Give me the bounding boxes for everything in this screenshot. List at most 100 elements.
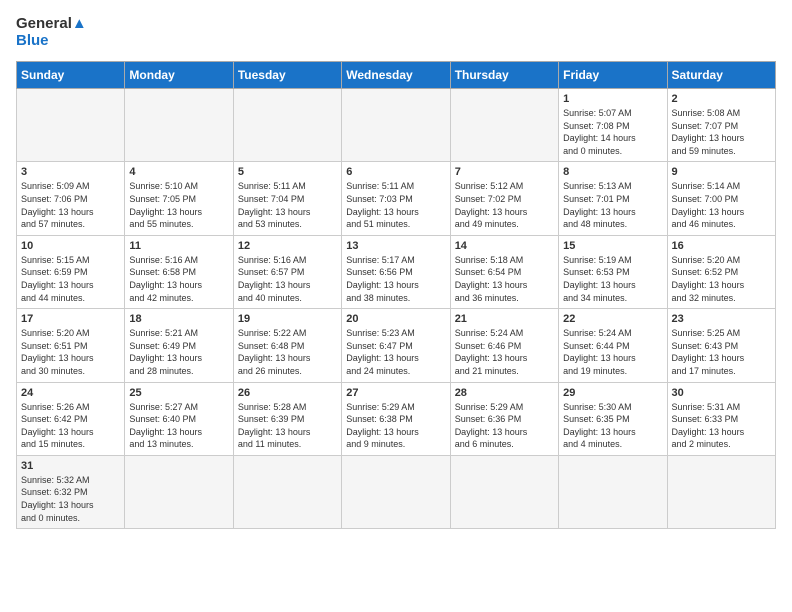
calendar-cell: 20Sunrise: 5:23 AM Sunset: 6:47 PM Dayli… [342, 309, 450, 382]
calendar-cell [125, 455, 233, 528]
calendar-week-row: 17 Sunrise: 5:20 AM Sunset: 6:51 PM Dayli… [17, 309, 776, 382]
day-header: Tuesday [233, 62, 341, 89]
day-number: 4 [129, 166, 228, 178]
day-info: Sunrise: 5:29 AM Sunset: 6:36 PM Dayligh… [455, 401, 554, 451]
day-number: 26 [238, 387, 337, 399]
calendar-cell: 7Sunrise: 5:12 AM Sunset: 7:02 PM Daylig… [450, 162, 558, 235]
day-header: Wednesday [342, 62, 450, 89]
day-number: 27 [346, 387, 445, 399]
day-info: Sunrise: 5:27 AM Sunset: 6:40 PM Dayligh… [129, 401, 228, 451]
day-number: 8 [563, 166, 662, 178]
day-info: Sunrise: 5:24 AM Sunset: 6:44 PM Dayligh… [563, 327, 662, 377]
calendar-cell: 14 Sunrise: 5:18 AM Sunset: 6:54 PM Dayli… [450, 235, 558, 308]
calendar-header-row: SundayMondayTuesdayWednesdayThursdayFrid… [17, 62, 776, 89]
day-info: Sunrise: 5:08 AM Sunset: 7:07 PM Dayligh… [672, 107, 771, 157]
day-header: Monday [125, 62, 233, 89]
calendar-cell: 12Sunrise: 5:16 AM Sunset: 6:57 PM Dayli… [233, 235, 341, 308]
day-info: Sunrise: 5:17 AM Sunset: 6:56 PM Dayligh… [346, 254, 445, 304]
calendar-cell: 29Sunrise: 5:30 AM Sunset: 6:35 PM Dayli… [559, 382, 667, 455]
day-number: 3 [21, 166, 120, 178]
day-info: Sunrise: 5:18 AM Sunset: 6:54 PM Dayligh… [455, 254, 554, 304]
day-number: 11 [129, 240, 228, 252]
calendar-cell: 15 Sunrise: 5:19 AM Sunset: 6:53 PM Dayli… [559, 235, 667, 308]
calendar-cell [559, 455, 667, 528]
day-info: Sunrise: 5:07 AM Sunset: 7:08 PM Dayligh… [563, 107, 662, 157]
calendar-week-row: 10Sunrise: 5:15 AM Sunset: 6:59 PM Dayli… [17, 235, 776, 308]
day-number: 2 [672, 93, 771, 105]
calendar-cell: 13 Sunrise: 5:17 AM Sunset: 6:56 PM Dayli… [342, 235, 450, 308]
day-info: Sunrise: 5:11 AM Sunset: 7:03 PM Dayligh… [346, 180, 445, 230]
day-number: 19 [238, 313, 337, 325]
logo: General▲Blue [16, 16, 87, 49]
day-number: 21 [455, 313, 554, 325]
day-number: 6 [346, 166, 445, 178]
calendar-cell [342, 455, 450, 528]
calendar-cell [233, 89, 341, 162]
day-number: 5 [238, 166, 337, 178]
day-number: 10 [21, 240, 120, 252]
day-info: Sunrise: 5:25 AM Sunset: 6:43 PM Dayligh… [672, 327, 771, 377]
calendar-cell: 30 Sunrise: 5:31 AM Sunset: 6:33 PM Dayli… [667, 382, 775, 455]
calendar-cell: 17 Sunrise: 5:20 AM Sunset: 6:51 PM Dayli… [17, 309, 125, 382]
day-number: 23 [672, 313, 771, 325]
day-info: Sunrise: 5:10 AM Sunset: 7:05 PM Dayligh… [129, 180, 228, 230]
day-number: 14 [455, 240, 554, 252]
day-number: 18 [129, 313, 228, 325]
day-info: Sunrise: 5:29 AM Sunset: 6:38 PM Dayligh… [346, 401, 445, 451]
calendar-week-row: 24Sunrise: 5:26 AM Sunset: 6:42 PM Dayli… [17, 382, 776, 455]
day-info: Sunrise: 5:21 AM Sunset: 6:49 PM Dayligh… [129, 327, 228, 377]
day-info: Sunrise: 5:19 AM Sunset: 6:53 PM Dayligh… [563, 254, 662, 304]
calendar-cell: 18 Sunrise: 5:21 AM Sunset: 6:49 PM Dayli… [125, 309, 233, 382]
calendar-cell: 1 Sunrise: 5:07 AM Sunset: 7:08 PM Daylig… [559, 89, 667, 162]
day-info: Sunrise: 5:20 AM Sunset: 6:52 PM Dayligh… [672, 254, 771, 304]
calendar-week-row: 31 Sunrise: 5:32 AM Sunset: 6:32 PM Dayli… [17, 455, 776, 528]
day-info: Sunrise: 5:16 AM Sunset: 6:58 PM Dayligh… [129, 254, 228, 304]
day-header: Thursday [450, 62, 558, 89]
day-info: Sunrise: 5:31 AM Sunset: 6:33 PM Dayligh… [672, 401, 771, 451]
day-info: Sunrise: 5:09 AM Sunset: 7:06 PM Dayligh… [21, 180, 120, 230]
calendar-cell [125, 89, 233, 162]
calendar-cell: 28Sunrise: 5:29 AM Sunset: 6:36 PM Dayli… [450, 382, 558, 455]
day-header: Saturday [667, 62, 775, 89]
calendar-cell: 2 Sunrise: 5:08 AM Sunset: 7:07 PM Daylig… [667, 89, 775, 162]
day-info: Sunrise: 5:16 AM Sunset: 6:57 PM Dayligh… [238, 254, 337, 304]
calendar-cell: 26 Sunrise: 5:28 AM Sunset: 6:39 PM Dayli… [233, 382, 341, 455]
calendar-cell: 21Sunrise: 5:24 AM Sunset: 6:46 PM Dayli… [450, 309, 558, 382]
calendar-cell: 6 Sunrise: 5:11 AM Sunset: 7:03 PM Daylig… [342, 162, 450, 235]
calendar-cell: 25 Sunrise: 5:27 AM Sunset: 6:40 PM Dayli… [125, 382, 233, 455]
calendar-cell: 16Sunrise: 5:20 AM Sunset: 6:52 PM Dayli… [667, 235, 775, 308]
calendar-cell: 11 Sunrise: 5:16 AM Sunset: 6:58 PM Dayli… [125, 235, 233, 308]
day-header: Friday [559, 62, 667, 89]
calendar-cell [17, 89, 125, 162]
calendar-cell: 31 Sunrise: 5:32 AM Sunset: 6:32 PM Dayli… [17, 455, 125, 528]
day-info: Sunrise: 5:26 AM Sunset: 6:42 PM Dayligh… [21, 401, 120, 451]
calendar-cell: 5 Sunrise: 5:11 AM Sunset: 7:04 PM Daylig… [233, 162, 341, 235]
day-info: Sunrise: 5:32 AM Sunset: 6:32 PM Dayligh… [21, 474, 120, 524]
calendar-cell: 9Sunrise: 5:14 AM Sunset: 7:00 PM Daylig… [667, 162, 775, 235]
day-info: Sunrise: 5:30 AM Sunset: 6:35 PM Dayligh… [563, 401, 662, 451]
page-header: General▲Blue [16, 16, 776, 49]
day-number: 9 [672, 166, 771, 178]
day-number: 1 [563, 93, 662, 105]
day-number: 15 [563, 240, 662, 252]
day-info: Sunrise: 5:28 AM Sunset: 6:39 PM Dayligh… [238, 401, 337, 451]
day-number: 17 [21, 313, 120, 325]
calendar-cell [450, 455, 558, 528]
calendar-cell: 19 Sunrise: 5:22 AM Sunset: 6:48 PM Dayli… [233, 309, 341, 382]
calendar-cell: 10Sunrise: 5:15 AM Sunset: 6:59 PM Dayli… [17, 235, 125, 308]
day-info: Sunrise: 5:22 AM Sunset: 6:48 PM Dayligh… [238, 327, 337, 377]
calendar-cell [667, 455, 775, 528]
day-number: 13 [346, 240, 445, 252]
calendar-table: SundayMondayTuesdayWednesdayThursdayFrid… [16, 61, 776, 529]
day-info: Sunrise: 5:11 AM Sunset: 7:04 PM Dayligh… [238, 180, 337, 230]
day-info: Sunrise: 5:13 AM Sunset: 7:01 PM Dayligh… [563, 180, 662, 230]
day-number: 25 [129, 387, 228, 399]
day-number: 30 [672, 387, 771, 399]
day-info: Sunrise: 5:20 AM Sunset: 6:51 PM Dayligh… [21, 327, 120, 377]
day-number: 31 [21, 460, 120, 472]
calendar-cell: 4 Sunrise: 5:10 AM Sunset: 7:05 PM Daylig… [125, 162, 233, 235]
day-number: 22 [563, 313, 662, 325]
calendar-cell: 8 Sunrise: 5:13 AM Sunset: 7:01 PM Daylig… [559, 162, 667, 235]
calendar-cell: 3 Sunrise: 5:09 AM Sunset: 7:06 PM Daylig… [17, 162, 125, 235]
day-info: Sunrise: 5:23 AM Sunset: 6:47 PM Dayligh… [346, 327, 445, 377]
